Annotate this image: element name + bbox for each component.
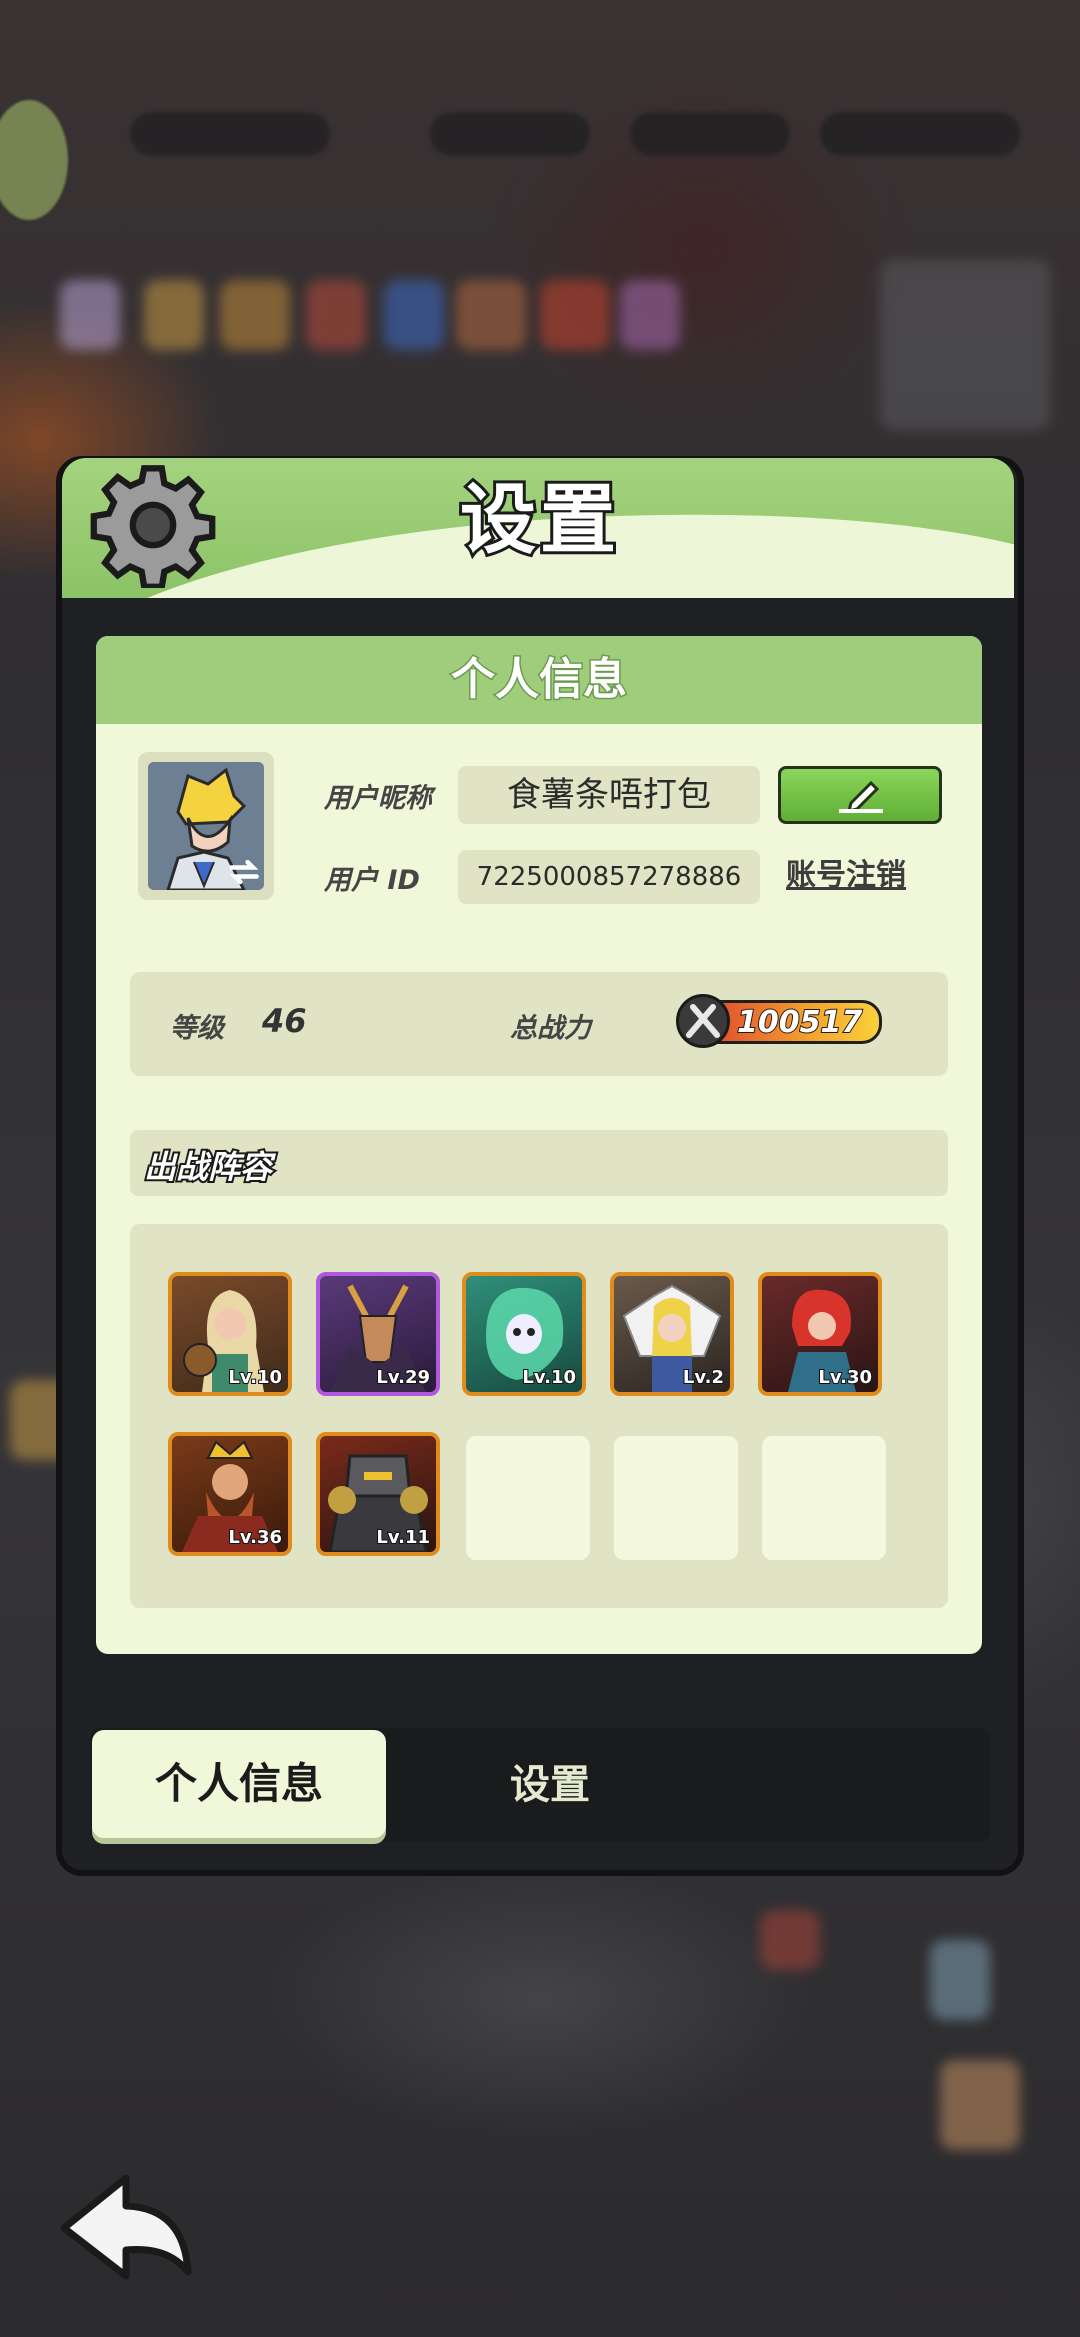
swap-icon (229, 859, 259, 885)
level-value: 46 (262, 1002, 307, 1040)
hero-slot[interactable]: Lv.29 (316, 1272, 440, 1396)
profile-section-title: 个人信息 (96, 636, 982, 724)
player-avatar-blurred (0, 100, 68, 220)
power-value: 100517 (706, 1000, 882, 1044)
tab-profile[interactable]: 个人信息 (92, 1730, 386, 1838)
hero-slot[interactable]: Lv.36 (168, 1432, 292, 1556)
empty-hero-slot[interactable] (614, 1436, 738, 1560)
lineup-title: 出战阵容 (142, 1146, 274, 1188)
hero-level: Lv.10 (227, 1366, 283, 1389)
hero-slot[interactable]: Lv.30 (758, 1272, 882, 1396)
back-arrow-icon[interactable] (56, 2172, 196, 2282)
nickname-label: 用户昵称 (324, 783, 432, 814)
user-id-field: 7225000857278886 (458, 850, 760, 904)
power-label: 总战力 (510, 1013, 591, 1044)
gear-icon (90, 465, 216, 588)
empty-hero-slot[interactable] (762, 1436, 886, 1560)
hero-level: Lv.36 (227, 1526, 283, 1549)
hero-slot[interactable]: Lv.10 (462, 1272, 586, 1396)
level-label: 等级 (170, 1013, 224, 1044)
user-id-label: 用户 ID (324, 865, 420, 896)
top-resource-bar (130, 100, 1060, 170)
hero-slot[interactable]: Lv.11 (316, 1432, 440, 1556)
stats-bar: 等级 46 总战力 100517 (130, 972, 948, 1076)
hero-slot[interactable]: Lv.2 (610, 1272, 734, 1396)
hero-slot[interactable]: Lv.10 (168, 1272, 292, 1396)
lineup-grid: Lv.10 Lv.29 Lv.10 Lv.2 Lv.30 Lv.36 Lv.11 (130, 1224, 948, 1608)
hero-level: Lv.11 (375, 1526, 431, 1549)
dialog-title: 设置 (457, 472, 620, 567)
pencil-icon (839, 780, 883, 814)
hero-level: Lv.29 (375, 1366, 431, 1389)
dialog-tabs: 个人信息 设置 (90, 1728, 990, 1842)
power-badge: 100517 (676, 990, 906, 1052)
edit-nickname-button[interactable] (778, 766, 942, 824)
profile-panel: 个人信息 用户昵称 食薯条唔打包 用户 ID 7225000857278886 … (96, 636, 982, 1654)
nickname-field: 食薯条唔打包 (458, 766, 760, 824)
account-deletion-link[interactable]: 账号注销 (786, 850, 906, 894)
hero-level: Lv.30 (817, 1366, 873, 1389)
empty-hero-slot[interactable] (466, 1436, 590, 1560)
lineup-header: 出战阵容 (130, 1130, 948, 1196)
tab-settings[interactable]: 设置 (450, 1748, 650, 1822)
hero-level: Lv.10 (521, 1366, 577, 1389)
profile-avatar[interactable] (138, 752, 274, 900)
hero-level: Lv.2 (682, 1366, 725, 1389)
sword-icon (676, 994, 730, 1048)
